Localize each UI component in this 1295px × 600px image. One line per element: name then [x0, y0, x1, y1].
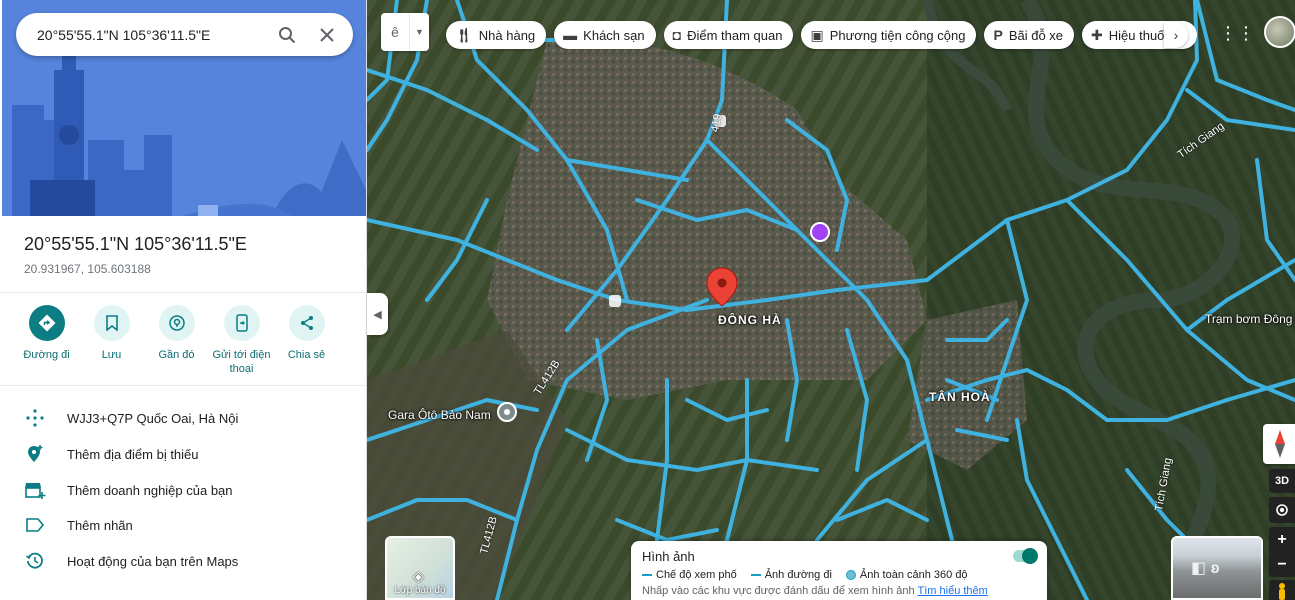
- search-icon[interactable]: [267, 26, 307, 44]
- account-avatar[interactable]: [1264, 16, 1295, 48]
- nearby-button[interactable]: Gần đó: [144, 305, 209, 376]
- tilt-3d-button[interactable]: 3D: [1269, 469, 1295, 493]
- bookmark-icon: [93, 305, 130, 341]
- chevron-left-icon: ◀: [373, 308, 382, 321]
- history-icon: [0, 551, 67, 571]
- place-panel: 20°55'55.1"N 105°36'11.5"E 20°55'55.1"N …: [0, 0, 367, 600]
- map-label-tram-bom[interactable]: Trạm bơm Đông: [1205, 312, 1292, 326]
- add-place-row[interactable]: Thêm địa điểm bị thiếu: [0, 436, 366, 472]
- my-location-button[interactable]: [1269, 497, 1295, 523]
- plus-code-text: WJJ3+Q7P Quốc Oai, Hà Nội: [67, 410, 239, 426]
- pegman-button[interactable]: [1269, 580, 1295, 600]
- category-chips: 🍴︎ Nhà hàng ▬ Khách sạn ◘ Điểm tham quan…: [446, 21, 1197, 49]
- zoom-out-button[interactable]: −: [1269, 552, 1295, 577]
- chip-hotels[interactable]: ▬ Khách sạn: [554, 21, 656, 49]
- chip-transit[interactable]: ▣ Phương tiện công cộng: [801, 21, 977, 49]
- add-label-row[interactable]: Thêm nhãn: [0, 507, 366, 543]
- maps-app: ĐÔNG HÀ TÂN HOÀ Gara Ôtô Bảo Nam Trạm bơ…: [0, 0, 1295, 600]
- plus-code-icon: [0, 408, 67, 428]
- apps-grid-icon[interactable]: ⋮⋮: [1219, 20, 1255, 46]
- chevron-down-icon[interactable]: ▼: [409, 13, 429, 51]
- transit-icon: ▣: [810, 27, 824, 43]
- place-title: 20°55'55.1"N 105°36'11.5"E: [24, 234, 247, 254]
- save-button[interactable]: Lưu: [79, 305, 144, 376]
- layers-button[interactable]: ◈ Lớp bản đồ: [385, 536, 455, 600]
- add-label-text: Thêm nhãn: [67, 517, 133, 533]
- maps-activity-text: Hoạt động của bạn trên Maps: [67, 553, 239, 569]
- search-box[interactable]: 20°55'55.1"N 105°36'11.5"E: [16, 13, 353, 56]
- label-icon: [0, 517, 67, 533]
- collapse-panel-button[interactable]: ◀: [367, 293, 388, 335]
- learn-more-link[interactable]: Tìm hiểu thêm: [918, 585, 988, 597]
- chip-attractions[interactable]: ◘ Điểm tham quan: [663, 21, 794, 49]
- map-label-dong-ha: ĐÔNG HÀ: [718, 313, 782, 327]
- compass-button[interactable]: [1263, 424, 1295, 464]
- chip-label: Hiệu thuốc: [1108, 27, 1171, 43]
- chip-label: Điểm tham quan: [687, 27, 783, 43]
- pharmacy-icon: ✚: [1091, 27, 1103, 43]
- chip-label: Bãi đỗ xe: [1008, 27, 1064, 43]
- legend-360-photos: Ảnh toàn cảnh 360 độ: [845, 569, 968, 581]
- imagery-legend: Chế độ xem phố Ảnh đường đi Ảnh toàn cản…: [642, 569, 1036, 581]
- share-button[interactable]: Chia sẻ: [274, 305, 339, 376]
- divider: [0, 292, 366, 293]
- share-label: Chia sẻ: [287, 349, 326, 361]
- chip-label: Khách sạn: [583, 27, 645, 43]
- restaurant-icon: 🍴︎: [455, 27, 473, 43]
- layers-icon: ◈: [413, 568, 424, 584]
- place-decimal-coords: 20.931967, 105.603188: [24, 262, 151, 276]
- chip-label: Phương tiện công cộng: [829, 27, 966, 43]
- map-mode-toggle[interactable]: ê ▼: [381, 13, 429, 51]
- send-to-phone-button[interactable]: Gửi tới điện thoại: [209, 305, 274, 376]
- imagery-legend-panel: Hình ảnh Chế độ xem phố Ảnh đường đi Ảnh…: [631, 541, 1047, 600]
- imagery-toggle[interactable]: [1013, 548, 1038, 564]
- zoom-controls: + −: [1269, 527, 1295, 577]
- divider: [0, 385, 366, 386]
- save-label: Lưu: [101, 349, 122, 361]
- legend-street-view: Chế độ xem phố: [642, 569, 737, 581]
- zoom-in-button[interactable]: +: [1269, 527, 1295, 552]
- hotel-icon: ▬: [563, 27, 578, 43]
- imagery-title: Hình ảnh: [642, 549, 695, 564]
- legend-road-photos: Ảnh đường đi: [750, 569, 832, 581]
- layers-label: Lớp bản đồ: [394, 585, 446, 596]
- compass-icon: [1275, 430, 1285, 458]
- parking-icon: P: [993, 27, 1003, 43]
- nearby-label: Gần đó: [158, 349, 195, 361]
- chip-restaurants[interactable]: 🍴︎ Nhà hàng: [446, 21, 547, 49]
- add-place-text: Thêm địa điểm bị thiếu: [67, 446, 199, 462]
- map-label-gara[interactable]: Gara Ôtô Bảo Nam: [388, 408, 491, 422]
- satellite-mode-icon[interactable]: ê: [381, 24, 409, 40]
- add-business-text: Thêm doanh nghiệp của bạn: [67, 482, 233, 498]
- add-place-icon: [0, 444, 67, 464]
- close-icon[interactable]: [307, 27, 347, 42]
- thumbnail-watermark-logo: ◧ ʚ: [1191, 560, 1220, 577]
- send-to-phone-label: Gửi tới điện thoại: [212, 349, 271, 375]
- chip-label: Nhà hàng: [478, 27, 536, 43]
- send-to-phone-icon: [223, 305, 260, 341]
- my-location-icon: [1276, 504, 1288, 516]
- share-icon: [288, 305, 325, 341]
- street-view-thumbnail[interactable]: ◧ ʚ: [1171, 536, 1263, 600]
- map-label-tan-hoa: TÂN HOÀ: [929, 390, 991, 404]
- camera-icon: ◘: [672, 27, 682, 43]
- maps-activity-row[interactable]: Hoạt động của bạn trên Maps: [0, 543, 366, 579]
- action-buttons: Đường đi Lưu Gần đó Gửi tới điện thoại C…: [14, 305, 339, 376]
- add-business-row[interactable]: Thêm doanh nghiệp của bạn: [0, 472, 366, 508]
- directions-button[interactable]: Đường đi: [14, 305, 79, 376]
- plus-code-row[interactable]: WJJ3+Q7P Quốc Oai, Hà Nội: [0, 400, 366, 436]
- nearby-icon: [158, 305, 195, 341]
- directions-label: Đường đi: [23, 349, 70, 361]
- chevron-right-icon: ›: [1173, 27, 1179, 43]
- satellite-map[interactable]: ĐÔNG HÀ TÂN HOÀ Gara Ôtô Bảo Nam Trạm bơ…: [367, 0, 1295, 600]
- chip-parking[interactable]: P Bãi đỗ xe: [984, 21, 1075, 49]
- directions-icon: [28, 305, 65, 341]
- search-input[interactable]: 20°55'55.1"N 105°36'11.5"E: [37, 27, 267, 43]
- add-business-icon: [0, 480, 67, 500]
- pegman-icon: [1279, 583, 1285, 600]
- imagery-hint: Nhấp vào các khu vực được đánh dấu để xe…: [642, 585, 988, 597]
